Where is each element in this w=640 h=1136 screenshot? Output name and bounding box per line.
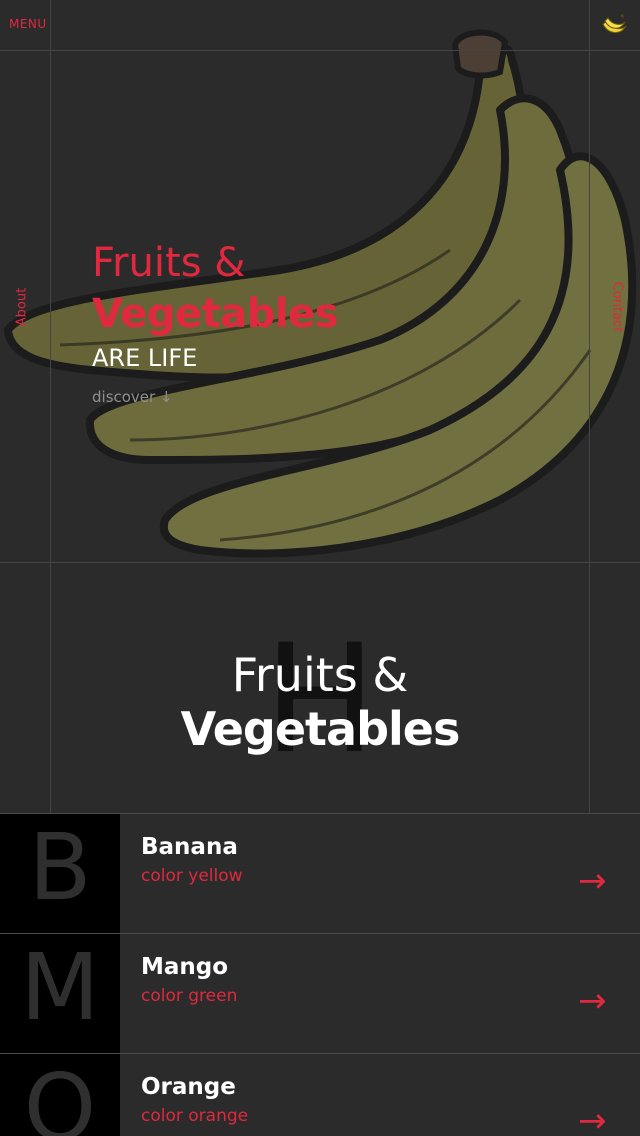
section-title-line2: Vegetables: [180, 702, 461, 756]
item-name: Mango: [141, 954, 229, 980]
item-color: color yellow: [141, 866, 243, 886]
item-name: Banana: [141, 834, 238, 860]
hero-heading: Fruits & Vegetables ARE LIFE discover ↓: [92, 238, 339, 406]
hero-tagline: ARE LIFE: [92, 344, 198, 372]
arrow-right-icon[interactable]: →: [578, 1104, 607, 1136]
fruit-list: B Banana color yellow → M Mango color gr…: [0, 813, 640, 1136]
page: MENU About Contact Fruits & Vegetables A…: [0, 0, 640, 1136]
hero-title-line2: Vegetables: [92, 291, 339, 337]
discover-link[interactable]: discover ↓: [92, 388, 338, 406]
item-color: color green: [141, 986, 238, 1006]
about-link[interactable]: About: [15, 288, 30, 326]
item-letter: O: [23, 1054, 97, 1136]
item-letter: B: [28, 814, 92, 921]
list-item-mango[interactable]: M Mango color green →: [0, 933, 640, 1053]
contact-link[interactable]: Contact: [610, 282, 625, 333]
list-item-banana[interactable]: B Banana color yellow →: [0, 813, 640, 933]
grid-line: [0, 50, 640, 51]
item-letter-box: O: [0, 1054, 120, 1136]
item-name: Orange: [141, 1074, 236, 1100]
section-title-line1: Fruits &: [231, 648, 409, 702]
arrow-right-icon[interactable]: →: [578, 984, 607, 1018]
hero-title-line1: Fruits &: [92, 240, 246, 286]
item-color: color orange: [141, 1106, 249, 1126]
item-letter-box: M: [0, 934, 120, 1053]
arrow-right-icon[interactable]: →: [578, 864, 607, 898]
menu-button[interactable]: MENU: [9, 17, 47, 31]
list-item-orange[interactable]: O Orange color orange →: [0, 1053, 640, 1136]
section-title: Fruits & Vegetables: [0, 640, 640, 780]
item-letter: M: [20, 934, 100, 1041]
banana-icon[interactable]: [600, 12, 628, 40]
grid-line: [0, 562, 640, 563]
item-letter-box: B: [0, 814, 120, 933]
